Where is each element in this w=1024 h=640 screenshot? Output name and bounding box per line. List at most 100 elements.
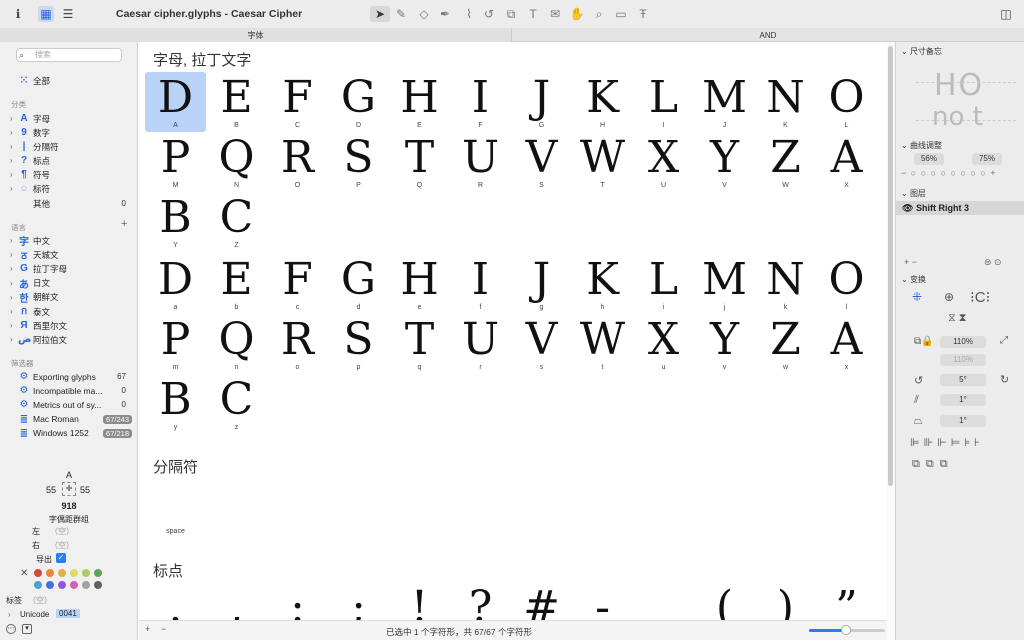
add-language-icon[interactable]: +	[121, 218, 127, 230]
glyph-cell[interactable]: TQ	[389, 132, 450, 192]
clear-color-icon[interactable]: ✕	[20, 568, 28, 579]
brush-tool-icon[interactable]: ⌇	[460, 6, 478, 22]
right-group-value[interactable]: （空）	[50, 540, 74, 551]
color-swatch[interactable]	[34, 581, 42, 589]
color-swatch[interactable]	[46, 569, 54, 577]
apply-scale-icon[interactable]: ⤢	[1000, 335, 1008, 346]
skew-icon[interactable]: ⏢	[914, 415, 923, 428]
glyph-cell[interactable]: IF	[450, 72, 511, 132]
glyph-cell[interactable]: By	[145, 374, 206, 434]
glyph-cell[interactable]: (	[694, 582, 755, 620]
sidebar-item-language[interactable]: › あ日文	[10, 277, 130, 291]
sidebar-item-category[interactable]: › A 字母	[10, 112, 130, 125]
glyph-cell[interactable]: If	[450, 254, 511, 314]
sidebar-item-category[interactable]: ›? 标点	[10, 154, 130, 167]
sidebar-item-filter[interactable]: ≣ Windows 1252 67/218	[10, 427, 132, 440]
glyph-cell[interactable]: .	[145, 582, 206, 620]
chevron-right-icon[interactable]: ›	[10, 250, 18, 259]
sidebar-item-filter[interactable]: ⚙ Metrics out of sy... 0	[10, 398, 130, 411]
zoom-slider[interactable]	[809, 625, 885, 635]
glyph-cell[interactable]: AX	[816, 132, 877, 192]
width-value[interactable]: 918	[0, 501, 138, 511]
chevron-right-icon[interactable]: ›	[10, 128, 18, 137]
sidebar-item-category[interactable]: › ◌ 标符	[10, 182, 130, 195]
boolean-icons[interactable]: ⧉⧉⧉	[912, 458, 954, 471]
glyph-cell[interactable]	[633, 582, 694, 620]
glyph-cell[interactable]: -	[572, 582, 633, 620]
scale-y-field[interactable]: 110%	[940, 354, 986, 366]
add-layer-icon[interactable]: + −	[904, 257, 917, 267]
glyph-cell[interactable]: WT	[572, 132, 633, 192]
glyph-cell[interactable]: Jg	[511, 254, 572, 314]
eraser-tool-icon[interactable]: ◇	[415, 6, 433, 22]
glyph-cell[interactable]: !	[389, 582, 450, 620]
sidebar-item-filter[interactable]: ⚙ Exporting glyphs 67	[10, 370, 130, 383]
glyph-cell[interactable]: VS	[511, 132, 572, 192]
dimensions-header[interactable]: ⌄ 尺寸备忘	[901, 46, 942, 57]
unicode-chevron-icon[interactable]: ›	[8, 610, 11, 619]
glyph-cell[interactable]: SP	[328, 132, 389, 192]
glyph-cell[interactable]: Ro	[267, 314, 328, 374]
glyph-cell[interactable]: LI	[633, 72, 694, 132]
scale-icon[interactable]: ⧉🔒	[914, 336, 934, 347]
glyph-cell[interactable]: #	[511, 582, 572, 620]
info-icon[interactable]: ℹ	[10, 6, 26, 22]
unicode-value[interactable]: 0041	[56, 609, 80, 618]
glyph-cell[interactable]: Da	[145, 254, 206, 314]
sidebar-item-language[interactable]: › ก 泰文	[10, 305, 130, 318]
glyph-cell[interactable]: Kh	[572, 254, 633, 314]
lsb-value[interactable]: 55	[46, 485, 56, 495]
tab-font[interactable]: 字体	[0, 28, 512, 42]
select-tool-icon[interactable]: ➤	[370, 6, 390, 22]
color-swatch[interactable]	[94, 581, 102, 589]
color-swatch[interactable]	[58, 569, 66, 577]
glyph-cell[interactable]: JG	[511, 72, 572, 132]
glyph-cell[interactable]: space	[145, 482, 206, 542]
glyph-cell[interactable]: Pm	[145, 314, 206, 374]
glyph-cell[interactable]: CZ	[206, 192, 267, 252]
sidebar-item-language[interactable]: › 字中文	[10, 234, 130, 249]
origin-grid-icon[interactable]: ⁜	[912, 290, 922, 304]
rotate-field[interactable]: 5°	[940, 374, 986, 386]
slant-field-1[interactable]: 1°	[940, 394, 986, 406]
glyph-cell[interactable]: Vs	[511, 314, 572, 374]
layers-header[interactable]: ⌄ 图层	[901, 188, 926, 199]
sidebar-item-language[interactable]: › ض 阿拉伯文	[10, 333, 130, 346]
glyph-cell[interactable]: :	[267, 582, 328, 620]
sidebar-item-filter[interactable]: ⚙ Incompatible ma... 0	[10, 384, 130, 397]
sidebar-item-language[interactable]: › G 拉丁字母	[10, 262, 130, 275]
sidebar-item-language[interactable]: › ठ 天城文	[10, 248, 130, 262]
tags-value[interactable]: （空）	[28, 595, 52, 606]
color-swatch[interactable]	[70, 581, 78, 589]
glyph-cell[interactable]: QN	[206, 132, 267, 192]
chevron-right-icon[interactable]: ›	[10, 321, 18, 330]
glyph-cell[interactable]: Yv	[694, 314, 755, 374]
align-icons[interactable]: ⊫⊪⊩⊨⊧⊦	[910, 436, 984, 449]
chevron-right-icon[interactable]: ›	[10, 293, 18, 302]
color-swatch[interactable]	[82, 569, 90, 577]
scale-x-field[interactable]: 110%	[940, 336, 986, 348]
rotate-tool-icon[interactable]: ↺	[480, 6, 498, 22]
hand-tool-icon[interactable]: ✋	[568, 6, 586, 22]
slant-icon[interactable]: ⫽	[914, 394, 919, 407]
list-view-icon[interactable]: ☰	[60, 6, 76, 22]
glyph-cell[interactable]: ,	[206, 582, 267, 620]
chevron-right-icon[interactable]: ›	[10, 156, 18, 165]
left-group-value[interactable]: （空）	[50, 526, 74, 537]
glyph-cell[interactable]: PM	[145, 132, 206, 192]
slant-field-2[interactable]: 1°	[940, 415, 986, 427]
grid-view-icon[interactable]: ▦	[38, 6, 54, 22]
shape-tool-icon[interactable]: ⧉	[502, 6, 520, 22]
glyph-cell[interactable]: Wt	[572, 314, 633, 374]
curve-value-a[interactable]: 56%	[914, 153, 944, 165]
vertical-scrollbar[interactable]	[887, 42, 895, 640]
curve-header[interactable]: ⌄ 曲线调整	[901, 140, 942, 151]
glyph-cell[interactable]: Li	[633, 254, 694, 314]
glyph-cell[interactable]: Ur	[450, 314, 511, 374]
mirror-icon[interactable]: ⧖ ⧗	[948, 312, 967, 325]
center-icon[interactable]: ⁝C⁝	[970, 288, 990, 306]
rotate-cw-icon[interactable]: ↻	[1000, 373, 1009, 386]
glyph-cell[interactable]: EB	[206, 72, 267, 132]
glyph-cell[interactable]: XU	[633, 132, 694, 192]
glyph-cell[interactable]: Nk	[755, 254, 816, 314]
